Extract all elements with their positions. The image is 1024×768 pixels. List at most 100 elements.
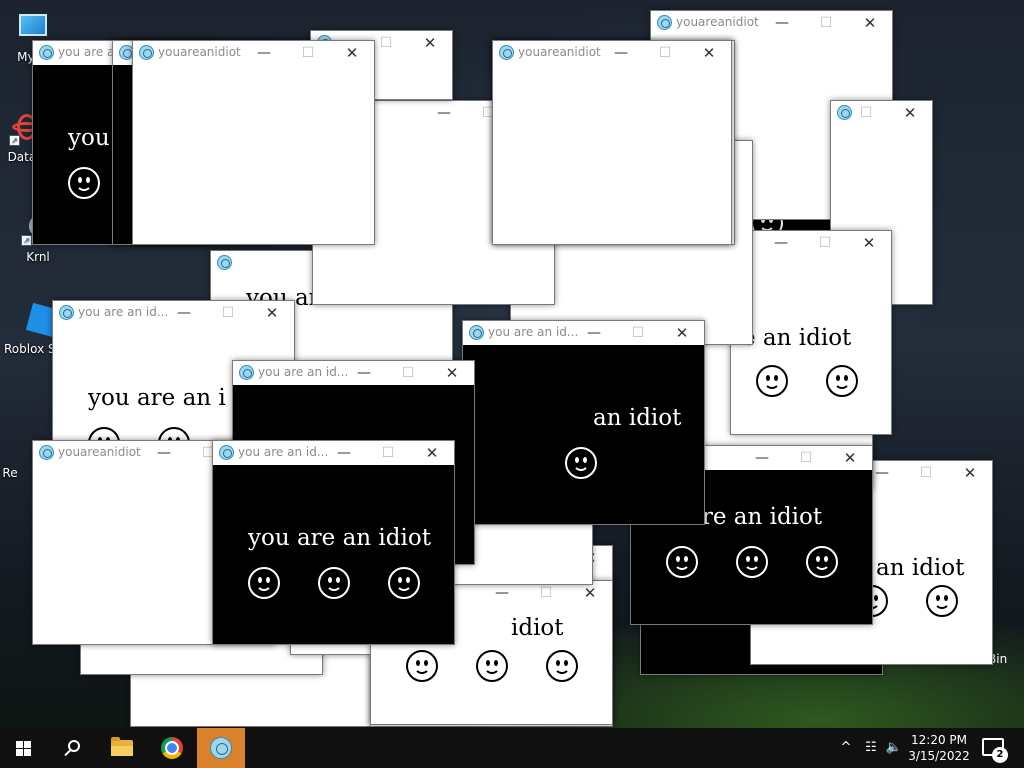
minimize-button[interactable]: —: [322, 441, 366, 465]
app-globe-icon: [139, 45, 154, 60]
minimize-button[interactable]: —: [422, 101, 466, 125]
maximize-button[interactable]: ☐: [784, 446, 828, 470]
shortcut-arrow-icon: ↗: [21, 235, 32, 246]
window-title: you are an id...: [78, 305, 169, 319]
smiley-face-icon: [406, 650, 438, 682]
window-title: youareanidiot: [158, 45, 241, 59]
window-titlebar[interactable]: youareanidiot—☐✕: [133, 41, 374, 65]
window-body: [133, 65, 374, 244]
chevron-up-icon: ^: [840, 740, 852, 755]
app-globe-icon: [217, 255, 232, 270]
idiot-window[interactable]: — ☐ ✕ re an idiot: [730, 230, 892, 435]
maximize-button[interactable]: ☐: [803, 231, 847, 255]
maximize-button[interactable]: ☐: [616, 321, 660, 345]
idiot-message: an idiot: [593, 405, 682, 431]
chrome-icon: [161, 737, 183, 759]
recycle-bin-icon: [0, 428, 27, 462]
minimize-button[interactable]: —: [759, 231, 803, 255]
smiley-face-icon: [756, 365, 788, 397]
close-button[interactable]: ✕: [330, 41, 374, 65]
close-button[interactable]: ✕: [888, 101, 932, 125]
minimize-button[interactable]: —: [162, 301, 206, 325]
window-titlebar[interactable]: you are an id...—☐✕: [463, 321, 704, 345]
minimize-button[interactable]: —: [760, 11, 804, 35]
close-button[interactable]: ✕: [847, 231, 891, 255]
desktop-icon-label: Krnl: [26, 250, 50, 264]
app-globe-icon: [239, 365, 254, 380]
idiot-window[interactable]: youareanidiot—☐✕: [492, 40, 732, 245]
close-button[interactable]: ✕: [687, 41, 731, 65]
tray-clock[interactable]: 12:20 PM 3/15/2022: [900, 732, 978, 764]
window-title: you are an id...: [488, 325, 579, 339]
window-title: youareanidiot: [518, 45, 601, 59]
close-button[interactable]: ✕: [250, 301, 294, 325]
idiot-window[interactable]: youareanidiot—☐✕: [132, 40, 375, 245]
maximize-button[interactable]: ☐: [804, 11, 848, 35]
windows-start-icon: [16, 741, 32, 756]
smiley-face-icon: [318, 567, 350, 599]
minimize-button[interactable]: —: [599, 41, 643, 65]
minimize-button[interactable]: —: [572, 321, 616, 345]
idiot-window[interactable]: you are an id... — ☐ ✕ you are an idiot: [212, 440, 455, 645]
maximize-button[interactable]: ☐: [366, 441, 410, 465]
window-titlebar[interactable]: —☐✕: [831, 101, 932, 125]
close-button[interactable]: ✕: [828, 446, 872, 470]
maximize-button[interactable]: ☐: [206, 301, 250, 325]
taskbar-chrome[interactable]: [148, 728, 196, 768]
taskbar-search-button[interactable]: [48, 728, 96, 768]
minimize-button[interactable]: —: [242, 41, 286, 65]
search-icon: [68, 740, 80, 752]
close-button[interactable]: ✕: [408, 31, 452, 55]
minimize-button[interactable]: —: [142, 441, 186, 465]
idiot-message: you are an i: [88, 385, 226, 411]
close-button[interactable]: ✕: [430, 361, 474, 385]
smiley-face-icon: [806, 546, 838, 578]
idiot-message: you: [68, 125, 110, 151]
window-titlebar[interactable]: you are an id...—☐✕: [213, 441, 454, 465]
window-title: you are an id...: [258, 365, 349, 379]
window-body: re an idiot: [731, 255, 891, 434]
smiley-face-icon: [926, 585, 958, 617]
maximize-button[interactable]: ☐: [904, 461, 948, 485]
close-button[interactable]: ✕: [410, 441, 454, 465]
idiot-message: you are an idiot: [248, 525, 431, 551]
start-button[interactable]: [0, 728, 48, 768]
smiley-face-icon: [248, 567, 280, 599]
idiot-message: an idiot: [876, 555, 965, 581]
app-globe-icon: [59, 305, 74, 320]
desktop: My C ↗ DataV ↗ Krnl Roblox St Re Bin —☐✕…: [0, 0, 1024, 728]
notification-count-badge: 2: [992, 747, 1008, 763]
clock-date: 3/15/2022: [908, 749, 970, 763]
window-title: youareanidiot: [676, 15, 759, 29]
smiley-face-icon: [826, 365, 858, 397]
minimize-button[interactable]: —: [113, 41, 123, 65]
maximize-button[interactable]: ☐: [643, 41, 687, 65]
close-button[interactable]: ✕: [660, 321, 704, 345]
window-titlebar[interactable]: youareanidiot—☐✕: [493, 41, 731, 65]
clock-time: 12:20 PM: [911, 733, 967, 747]
taskbar-youareanidiot-app[interactable]: [197, 728, 245, 768]
taskbar-file-explorer[interactable]: [98, 728, 146, 768]
maximize-button[interactable]: ☐: [844, 101, 888, 125]
maximize-button[interactable]: ☐: [286, 41, 330, 65]
window-body: you are an idiot: [213, 465, 454, 644]
minimize-button[interactable]: —: [342, 361, 386, 385]
idiot-window[interactable]: you are an id... — ☐ ✕ an idiot: [462, 320, 705, 525]
network-icon: ☷: [865, 740, 877, 755]
app-globe-icon: [219, 445, 234, 460]
tray-network[interactable]: ☷: [860, 728, 882, 768]
minimize-button[interactable]: —: [740, 446, 784, 470]
tray-overflow-chevron[interactable]: ^: [836, 728, 856, 768]
close-button[interactable]: ✕: [848, 11, 892, 35]
app-globe-icon: [469, 325, 484, 340]
maximize-button[interactable]: ☐: [386, 361, 430, 385]
window-titlebar[interactable]: youareanidiot—☐✕: [651, 11, 892, 35]
window-titlebar[interactable]: you are an id...—☐✕: [233, 361, 474, 385]
app-globe-icon: [39, 445, 54, 460]
smiley-face-icon: [68, 167, 100, 199]
close-button[interactable]: ✕: [948, 461, 992, 485]
window-titlebar[interactable]: —☐✕: [731, 231, 891, 255]
smiley-face-icon: [388, 567, 420, 599]
minimize-button[interactable]: —: [831, 101, 844, 125]
window-titlebar[interactable]: you are an id...—☐✕: [53, 301, 294, 325]
